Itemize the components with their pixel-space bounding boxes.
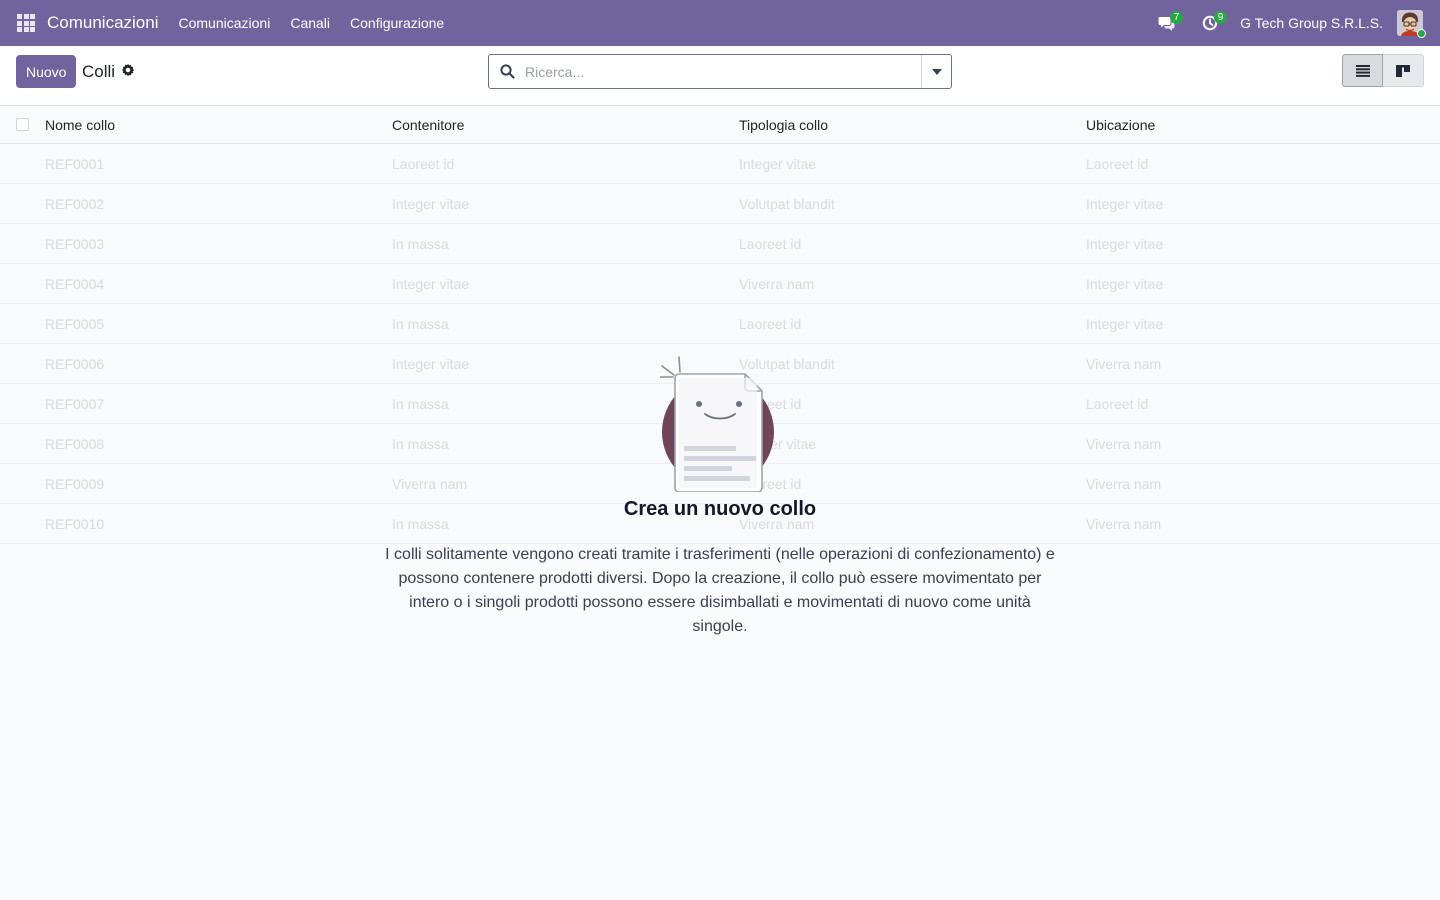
activities-button[interactable]: 9	[1188, 0, 1232, 46]
column-header-nome-collo[interactable]: Nome collo	[45, 117, 115, 133]
empty-state-description: I colli solitamente vengono creati trami…	[385, 546, 1055, 635]
cell-nome-collo: REF0002	[45, 195, 105, 212]
messages-count-badge: 7	[1170, 11, 1184, 24]
app-menu-button[interactable]	[0, 0, 52, 46]
cell-ubicazione: Viverra nam	[1086, 435, 1162, 452]
cell-ubicazione: Integer vitae	[1086, 195, 1164, 212]
top-navbar: Comunicazioni Comunicazioni Canali Confi…	[0, 0, 1440, 46]
list-header: Nome collo Contenitore Tipologia collo U…	[0, 106, 1440, 144]
empty-state-helper: Crea un nuovo collo I colli solitamente …	[380, 352, 1060, 639]
table-row: REF0003 In massa Laoreet id Integer vita…	[0, 224, 1440, 264]
table-row: REF0002 Integer vitae Volutpat blandit I…	[0, 184, 1440, 224]
cell-ubicazione: Laoreet id	[1086, 155, 1149, 172]
search-box	[488, 54, 952, 89]
control-panel: Nuovo Colli	[0, 46, 1440, 106]
menu-item-configurazione[interactable]: Configurazione	[340, 0, 454, 46]
cell-ubicazione: Viverra nam	[1086, 355, 1162, 372]
cell-tipologia-collo: Volutpat blandit	[739, 195, 835, 212]
caret-down-icon	[931, 68, 942, 75]
search-options-toggle[interactable]	[921, 55, 951, 88]
app-brand[interactable]: Comunicazioni	[47, 13, 159, 33]
column-header-tipologia-collo[interactable]: Tipologia collo	[739, 117, 828, 133]
apps-grid-icon	[17, 14, 35, 32]
table-row: REF0001 Laoreet id Integer vitae Laoreet…	[0, 144, 1440, 184]
messages-button[interactable]: 7	[1144, 0, 1188, 46]
cell-ubicazione: Laoreet id	[1086, 395, 1149, 412]
kanban-icon	[1396, 64, 1410, 77]
cell-nome-collo: REF0005	[45, 315, 105, 332]
menu-item-comunicazioni[interactable]: Comunicazioni	[169, 0, 281, 46]
cell-nome-collo: REF0009	[45, 475, 105, 492]
cell-contenitore: Laoreet id	[392, 155, 455, 172]
cell-tipologia-collo: Viverra nam	[739, 275, 815, 292]
kanban-view-button[interactable]	[1383, 54, 1424, 87]
column-header-ubicazione[interactable]: Ubicazione	[1086, 117, 1155, 133]
page-title: Colli	[82, 62, 116, 81]
cell-tipologia-collo: Integer vitae	[739, 155, 817, 172]
cell-tipologia-collo: Laoreet id	[739, 235, 802, 252]
company-switcher[interactable]: G Tech Group S.R.L.S.	[1240, 15, 1383, 31]
cell-nome-collo: REF0010	[45, 515, 105, 532]
search-icon	[489, 64, 525, 79]
empty-state-title: Crea un nuovo collo	[623, 498, 817, 520]
cell-contenitore: In massa	[392, 315, 449, 332]
cell-ubicazione: Integer vitae	[1086, 315, 1164, 332]
table-row: REF0004 Integer vitae Viverra nam Intege…	[0, 264, 1440, 304]
list-icon	[1355, 64, 1370, 77]
user-avatar[interactable]	[1397, 10, 1426, 38]
table-row: REF0005 In massa Laoreet id Integer vita…	[0, 304, 1440, 344]
empty-document-illustration	[659, 352, 780, 493]
cell-nome-collo: REF0004	[45, 275, 105, 292]
list-view-button[interactable]	[1342, 54, 1383, 87]
cell-ubicazione: Integer vitae	[1086, 275, 1164, 292]
new-button[interactable]: Nuovo	[16, 55, 77, 88]
column-header-contenitore[interactable]: Contenitore	[392, 117, 464, 133]
select-all-checkbox[interactable]	[16, 118, 29, 131]
cell-contenitore: Integer vitae	[392, 195, 470, 212]
cell-nome-collo: REF0007	[45, 395, 105, 412]
cell-contenitore: In massa	[392, 235, 449, 252]
cell-contenitore: Integer vitae	[392, 275, 470, 292]
view-switcher	[1342, 54, 1424, 87]
cell-nome-collo: REF0006	[45, 355, 105, 372]
menu-item-canali[interactable]: Canali	[280, 0, 340, 46]
cell-nome-collo: REF0001	[45, 155, 105, 172]
cell-nome-collo: REF0003	[45, 235, 105, 252]
cell-ubicazione: Viverra nam	[1086, 515, 1162, 532]
cell-ubicazione: Viverra nam	[1086, 475, 1162, 492]
search-input[interactable]	[525, 55, 920, 88]
online-status-dot	[1417, 29, 1426, 38]
cell-tipologia-collo: Laoreet id	[739, 315, 802, 332]
cell-nome-collo: REF0008	[45, 435, 105, 452]
gear-icon[interactable]	[121, 63, 135, 77]
cell-ubicazione: Integer vitae	[1086, 235, 1164, 252]
activities-count-badge: 9	[1214, 11, 1228, 24]
